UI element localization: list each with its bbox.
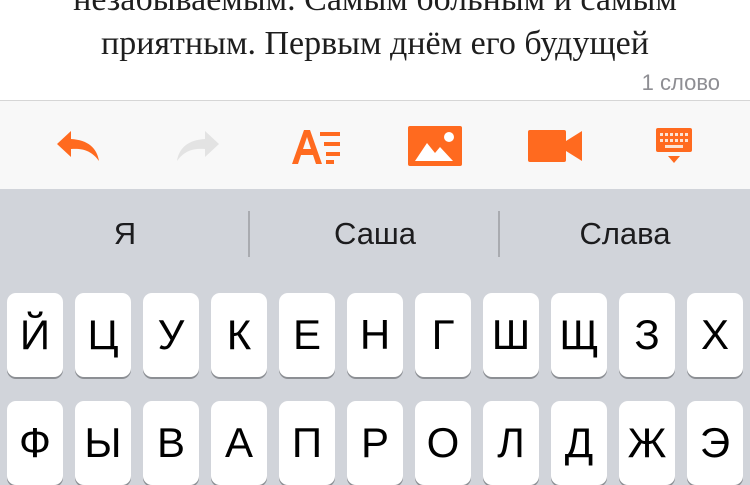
key[interactable]: В — [143, 401, 199, 485]
key[interactable]: Ж — [619, 401, 675, 485]
video-camera-icon — [528, 130, 582, 162]
word-count: 1 слово — [641, 70, 720, 95]
hide-keyboard-button[interactable] — [648, 121, 700, 171]
key[interactable]: К — [211, 293, 267, 377]
prediction-1[interactable]: Я — [0, 189, 250, 279]
text-format-icon — [292, 130, 340, 164]
keyboard-hide-icon — [656, 128, 692, 163]
text-line: незабываемым. Самым больным и самым — [0, 0, 750, 22]
insert-photo-button[interactable] — [406, 121, 464, 171]
text-line: приятным. Первым днём его будущей — [101, 25, 649, 61]
key[interactable]: Р — [347, 401, 403, 485]
key[interactable]: Ф — [7, 401, 63, 485]
key[interactable]: П — [279, 401, 335, 485]
prediction-3[interactable]: Слава — [500, 189, 750, 279]
editor-area[interactable]: незабываемым. Самым больным и самым прия… — [0, 0, 750, 100]
key[interactable]: Х — [687, 293, 743, 377]
prediction-bar: Я Саша Слава — [0, 189, 750, 279]
undo-button[interactable] — [50, 121, 106, 171]
key[interactable]: З — [619, 293, 675, 377]
key[interactable]: У — [143, 293, 199, 377]
key[interactable]: Е — [279, 293, 335, 377]
key[interactable]: Й — [7, 293, 63, 377]
key[interactable]: Ш — [483, 293, 539, 377]
prediction-2[interactable]: Саша — [250, 189, 500, 279]
key[interactable]: О — [415, 401, 471, 485]
photo-icon — [408, 126, 462, 166]
key[interactable]: Н — [347, 293, 403, 377]
redo-button[interactable] — [170, 121, 226, 171]
key[interactable]: Г — [415, 293, 471, 377]
redo-arrow-icon — [177, 131, 219, 161]
key[interactable]: Щ — [551, 293, 607, 377]
key[interactable]: Э — [687, 401, 743, 485]
editor-text[interactable]: незабываемым. Самым больным и самым прия… — [0, 0, 750, 61]
format-toolbar — [0, 100, 750, 189]
undo-arrow-icon — [57, 131, 99, 161]
text-format-button[interactable] — [288, 121, 344, 171]
key[interactable]: Л — [483, 401, 539, 485]
key[interactable]: Д — [551, 401, 607, 485]
key[interactable]: Ц — [75, 293, 131, 377]
insert-video-button[interactable] — [526, 121, 584, 171]
key[interactable]: А — [211, 401, 267, 485]
key[interactable]: Ы — [75, 401, 131, 485]
